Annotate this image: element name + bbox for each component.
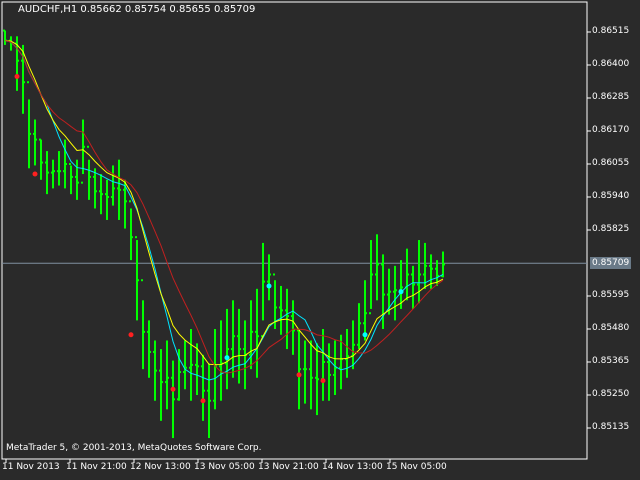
price-bar	[417, 240, 421, 304]
price-bar	[321, 329, 325, 401]
price-bar	[183, 340, 187, 390]
price-bar	[357, 303, 361, 350]
price-bar	[135, 236, 139, 321]
price-bar	[255, 288, 259, 378]
signal-dot	[362, 332, 368, 338]
price-bar	[303, 340, 307, 404]
price-bar	[105, 179, 109, 220]
price-bar	[165, 340, 169, 410]
price-bar	[297, 329, 301, 410]
price-bar	[123, 179, 127, 229]
y-tick-label: 0.86055	[592, 158, 630, 168]
x-tick-label: 12 Nov 13:00	[130, 462, 191, 472]
price-bar	[279, 285, 283, 335]
price-bar	[405, 248, 409, 301]
x-tick-label: 14 Nov 13:00	[322, 462, 383, 472]
price-bar	[207, 363, 211, 439]
price-bar	[393, 265, 397, 321]
current-price-label: 0.85709	[590, 257, 632, 269]
price-bar	[237, 308, 241, 384]
signal-dot	[296, 372, 302, 378]
x-tick-label: 15 Nov 05:00	[386, 462, 447, 472]
signal-dot	[170, 386, 176, 392]
signal-dot	[200, 398, 206, 404]
price-bar	[45, 151, 49, 195]
price-bar	[141, 279, 145, 370]
chart-title: AUDCHF,H1 0.85662 0.85754 0.85655 0.8570…	[18, 4, 256, 15]
price-bar	[315, 343, 319, 416]
ma-fast-line	[4, 40, 444, 381]
price-bar	[171, 360, 175, 439]
price-bar	[147, 320, 151, 378]
price-bar	[219, 320, 223, 401]
price-bar	[327, 343, 331, 401]
price-bar	[33, 119, 37, 166]
ma-slow-line	[4, 40, 444, 366]
price-bar	[267, 254, 271, 301]
price-bar	[189, 329, 193, 401]
price-bar	[309, 340, 313, 410]
signal-dot	[320, 378, 326, 384]
price-bar	[159, 349, 163, 421]
signal-dot	[128, 332, 134, 338]
y-tick-label: 0.86400	[592, 59, 630, 69]
price-bar	[69, 163, 73, 195]
price-bar	[3, 29, 7, 45]
price-bar	[231, 300, 235, 378]
price-bar	[111, 165, 115, 206]
ma-signal-line	[4, 40, 444, 374]
price-bar	[261, 242, 265, 338]
price-bar	[117, 159, 121, 220]
price-bar	[93, 168, 97, 209]
signal-dot	[32, 171, 38, 177]
price-bar	[129, 200, 133, 261]
y-tick-label: 0.85250	[592, 389, 630, 399]
price-bar	[291, 300, 295, 355]
y-tick-label: 0.86170	[592, 125, 630, 135]
price-bar	[411, 265, 415, 309]
x-tick-label: 13 Nov 05:00	[194, 462, 255, 472]
y-tick-label: 0.86515	[592, 26, 630, 36]
signal-dot	[266, 283, 272, 289]
price-bar	[153, 340, 157, 401]
signal-dot	[398, 289, 404, 295]
y-tick-label: 0.85480	[592, 323, 630, 333]
price-bar	[99, 174, 103, 215]
price-bar	[363, 280, 367, 341]
price-chart[interactable]	[0, 0, 640, 480]
y-tick-label: 0.85940	[592, 191, 630, 201]
price-bar	[369, 240, 373, 315]
price-bar	[345, 329, 349, 378]
price-bar	[333, 340, 337, 395]
signal-dot	[224, 355, 230, 361]
chart-frame	[1, 1, 588, 460]
x-tick-label: 11 Nov 2013	[2, 462, 60, 472]
y-tick-label: 0.85595	[592, 290, 630, 300]
y-tick-label: 0.85825	[592, 224, 630, 234]
y-tick-label: 0.86285	[592, 92, 630, 102]
signal-dot	[14, 73, 20, 79]
price-bar	[441, 251, 445, 278]
price-bar	[375, 234, 379, 301]
y-tick-label: 0.85135	[592, 422, 630, 432]
y-tick-label: 0.85365	[592, 356, 630, 366]
price-bar	[51, 159, 55, 189]
price-bar	[57, 151, 61, 186]
price-bar	[27, 81, 31, 169]
price-bar	[201, 354, 205, 421]
price-bar	[39, 138, 43, 180]
x-tick-label: 11 Nov 21:00	[66, 462, 127, 472]
price-bar	[225, 308, 229, 390]
copyright-text: MetaTrader 5, © 2001-2013, MetaQuotes So…	[6, 443, 262, 453]
x-tick-label: 13 Nov 21:00	[258, 462, 319, 472]
price-bar	[351, 320, 355, 370]
price-bar	[213, 329, 217, 410]
